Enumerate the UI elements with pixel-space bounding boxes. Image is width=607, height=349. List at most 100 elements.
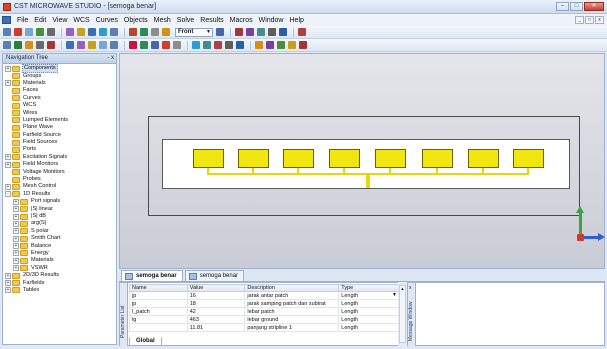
parameter-row[interactable]: l_patch 42 lebar patch Length	[129, 307, 399, 316]
tree-expander-icon[interactable]: +	[5, 183, 11, 190]
menu-view[interactable]: View	[49, 17, 70, 24]
tree-item[interactable]: + Excitation Signals	[3, 154, 116, 161]
toolbar-tool-icon[interactable]	[255, 41, 263, 49]
menu-mesh[interactable]: Mesh	[151, 17, 174, 24]
document-icon[interactable]	[2, 16, 11, 24]
tree-item[interactable]: + Materials	[3, 257, 116, 264]
tree-item[interactable]: +2D/3D Results	[3, 272, 116, 279]
parameter-description[interactable]: lebar patch	[244, 307, 340, 316]
tree-expander-icon[interactable]: +	[13, 198, 19, 205]
tree-expander-icon[interactable]: +	[5, 154, 11, 161]
tree-item[interactable]: Wires	[3, 109, 116, 117]
parameter-row[interactable]: 11.81 panjang stripline 1 Length	[129, 323, 399, 332]
tree-item[interactable]: + Smith Chart	[3, 235, 116, 242]
toolbar-tool-icon[interactable]	[288, 41, 296, 49]
tree-item[interactable]: + Energy	[3, 250, 116, 257]
tab-schematic[interactable]: semoga benar	[184, 270, 245, 281]
doc-close-button[interactable]: x	[595, 16, 604, 24]
parameter-value[interactable]: 11.81	[186, 323, 246, 332]
toolbar-tool-icon[interactable]	[77, 28, 85, 36]
tree-expander-icon[interactable]: +	[13, 265, 19, 272]
toolbar-tool-icon[interactable]	[36, 41, 44, 49]
tree-expander-icon[interactable]: +	[5, 80, 11, 87]
menu-results[interactable]: Results	[197, 17, 226, 24]
toolbar-tool-icon[interactable]	[47, 41, 55, 49]
tree-item[interactable]: + Port signals	[3, 198, 116, 205]
parameter-value[interactable]: 18	[186, 299, 246, 308]
tree-item[interactable]: Lumped Elements	[3, 117, 116, 124]
tree-expander-icon[interactable]: -	[5, 191, 11, 198]
scroll-up-icon[interactable]: ▲	[400, 286, 405, 291]
column-type[interactable]: Type	[338, 284, 399, 292]
tree-item[interactable]: Ports	[3, 146, 116, 153]
toolbar-tool-icon[interactable]	[173, 41, 181, 49]
parameter-type[interactable]: Length	[338, 307, 399, 316]
toolbar-tool-icon[interactable]	[235, 28, 243, 36]
column-description[interactable]: Description	[244, 284, 340, 292]
tab-3d-view[interactable]: semoga benar	[121, 270, 183, 281]
parameter-row[interactable]: lg 463 lebar ground Length	[129, 315, 399, 324]
toolbar-tool-icon[interactable]	[203, 41, 211, 49]
toolbar-tool-icon[interactable]	[25, 41, 33, 49]
tree-item[interactable]: Plane Wave	[3, 124, 116, 131]
toolbar-tool-icon[interactable]	[66, 28, 74, 36]
toolbar-tool-icon[interactable]	[88, 28, 96, 36]
parameter-row[interactable]: jp 18 jarak samping patch dan subtrat Lengt…	[129, 299, 399, 308]
parameter-type[interactable]: Length	[338, 315, 399, 324]
tree-item[interactable]: Faces	[3, 87, 116, 94]
chevron-down-icon[interactable]: ▼	[392, 293, 397, 299]
tree-item[interactable]: + Materials	[3, 80, 116, 87]
tree-expander-icon[interactable]: +	[13, 243, 19, 250]
tree-item[interactable]: + Farfields	[3, 279, 116, 287]
toolbar-tool-icon[interactable]	[14, 41, 22, 49]
toolbar-tool-icon[interactable]	[3, 28, 11, 36]
tree-item[interactable]: + arg(S)	[3, 220, 116, 227]
tree-expander-icon[interactable]: +	[13, 235, 19, 242]
toolbar-tool-icon[interactable]	[257, 28, 265, 36]
column-name[interactable]: Name	[129, 284, 188, 292]
toolbar-tool-icon[interactable]	[268, 28, 276, 36]
tree-item[interactable]: + |S| linear	[3, 205, 116, 213]
tree-expander-icon[interactable]: +	[5, 272, 11, 279]
parameter-value[interactable]: 16	[186, 291, 246, 300]
menu-wcs[interactable]: WCS	[70, 17, 92, 24]
panel-splitter[interactable]: ▲	[398, 282, 407, 346]
tree-item[interactable]: Field Sources	[3, 139, 116, 146]
toolbar-tool-icon[interactable]	[299, 41, 307, 49]
tab-global[interactable]: Global	[129, 337, 162, 346]
menu-objects[interactable]: Objects	[121, 17, 151, 24]
toolbar-tool-icon[interactable]	[14, 28, 22, 36]
parameter-type[interactable]: Length	[338, 299, 399, 308]
minimize-button[interactable]: –	[556, 2, 569, 11]
toolbar-tool-icon[interactable]	[110, 28, 118, 36]
parameter-description[interactable]: jarak antar patch	[244, 291, 340, 300]
toolbar-tool-icon[interactable]	[47, 28, 55, 36]
parameter-type[interactable]: Length ▼	[338, 291, 399, 300]
3d-view[interactable]	[119, 53, 605, 269]
parameter-name[interactable]	[129, 323, 188, 332]
doc-minimize-button[interactable]: _	[575, 16, 584, 24]
tree-item[interactable]: Voltage Monitors	[3, 168, 116, 176]
tree-item[interactable]: + Tables	[3, 287, 116, 294]
tree-expander-icon[interactable]: +	[5, 287, 11, 294]
toolbar-tool-icon[interactable]	[216, 28, 224, 36]
toolbar-tool-icon[interactable]	[36, 28, 44, 36]
toolbar-tool-icon[interactable]	[3, 41, 11, 49]
tree-expander-icon[interactable]: +	[13, 250, 19, 257]
toolbar-tool-icon[interactable]	[162, 28, 170, 36]
toolbar-tool-icon[interactable]	[129, 28, 137, 36]
toolbar-tool-icon[interactable]	[236, 41, 244, 49]
close-button[interactable]: ✕	[584, 2, 604, 11]
tree-item[interactable]: + Mesh Control	[3, 183, 116, 190]
parameter-name[interactable]: lg	[129, 315, 188, 324]
tree-item[interactable]: WCS	[3, 102, 116, 109]
toolbar-tool-icon[interactable]	[151, 41, 159, 49]
parameter-row[interactable]: jp 16 jarak antar patch Length ▼	[129, 291, 399, 300]
toolbar-tool-icon[interactable]	[88, 41, 96, 49]
parameter-type[interactable]: Length	[338, 323, 399, 332]
tree-expander-icon[interactable]: +	[13, 228, 19, 235]
tree-item[interactable]: - 1D Results	[3, 191, 116, 198]
tree-expander-icon[interactable]: +	[13, 220, 19, 227]
tree-item[interactable]: Groups	[3, 72, 116, 80]
tree-item[interactable]: + |S| dB	[3, 213, 116, 220]
